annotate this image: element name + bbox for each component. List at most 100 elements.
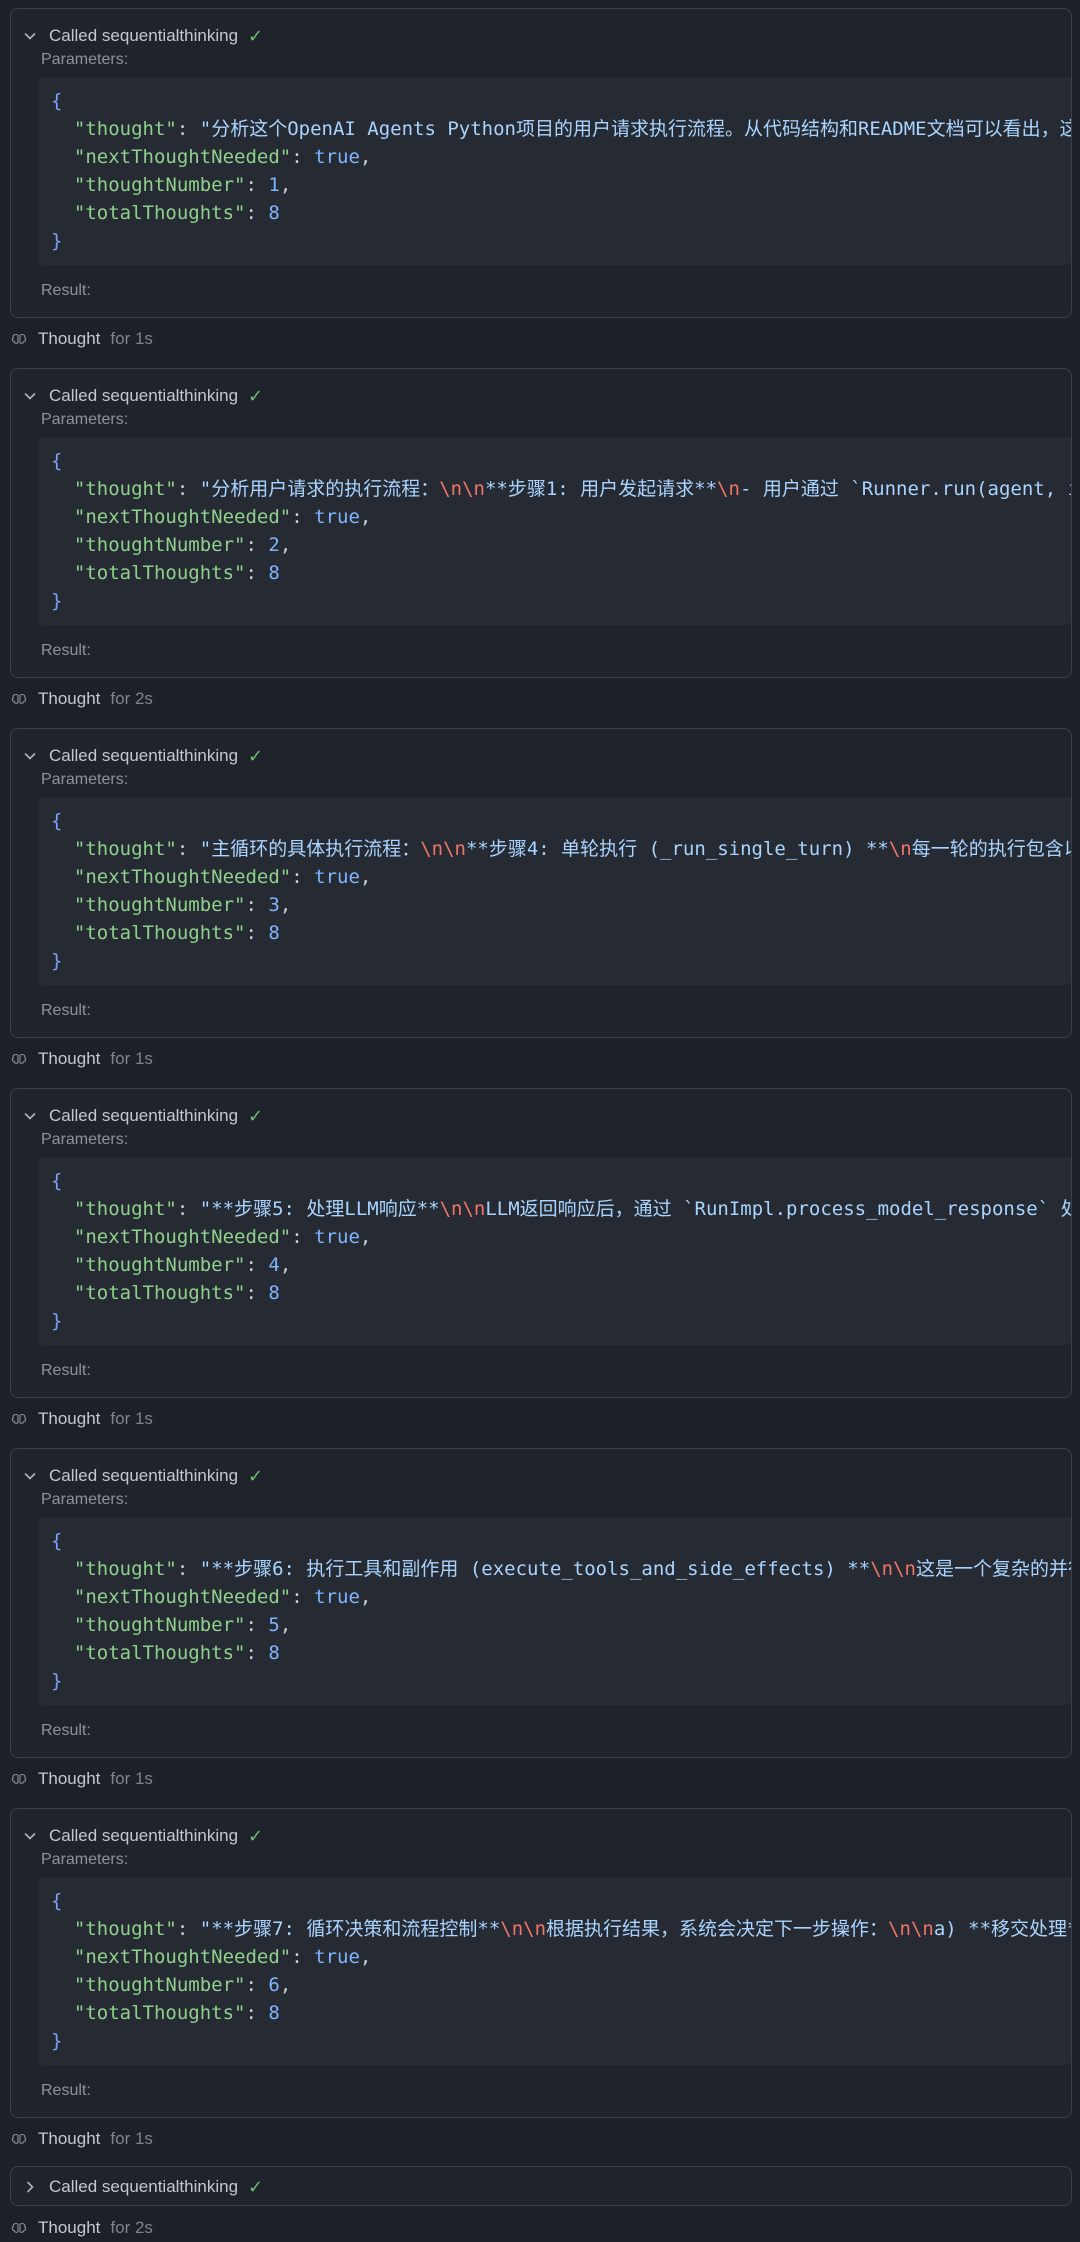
key-next-thought-needed: "nextThoughtNeeded" (73, 146, 292, 168)
brain-icon (10, 1410, 28, 1428)
brain-icon (10, 1770, 28, 1788)
brace-open: { (51, 90, 63, 112)
thought-label: Thought (38, 329, 101, 348)
tool-call-header[interactable]: Called sequentialthinking ✓ (21, 18, 263, 54)
tool-call-header[interactable]: Called sequentialthinking ✓ (21, 378, 263, 414)
chevron-down-icon[interactable] (21, 1467, 39, 1485)
brain-icon (10, 690, 28, 708)
tool-call-header[interactable]: Called sequentialthinking ✓ (21, 1458, 263, 1494)
result-label: Result: (41, 642, 91, 659)
tool-call-title: Called sequentialthinking (49, 386, 239, 405)
parameters-code: { "thought": "主循环的具体执行流程：\n\n**步骤4: 单轮执行… (39, 797, 1071, 985)
thought-label: Thought (38, 2129, 101, 2148)
key-thought-number: "thoughtNumber" (73, 1254, 246, 1276)
thought-duration: for 2s (110, 2218, 153, 2237)
thought-number-value: 6 (268, 1974, 280, 1996)
tool-call-header[interactable]: Called sequentialthinking ✓ (21, 2169, 263, 2205)
parameters-code: { "thought": "**步骤6: 执行工具和副作用 (execute_t… (39, 1517, 1071, 1705)
key-thought: "thought" (73, 1918, 177, 1940)
thought-text: 主循环的具体执行流程： (211, 838, 421, 860)
brace-close: } (51, 1310, 63, 1332)
next-thought-needed-value: true (314, 1586, 360, 1608)
parameters-label: Parameters: (41, 771, 129, 788)
parameters-code: { "thought": "**步骤5: 处理LLM响应**\n\nLLM返回响… (39, 1157, 1071, 1345)
chevron-down-icon[interactable] (21, 387, 39, 405)
escape-sequence: \n\n (870, 1558, 916, 1580)
next-thought-needed-value: true (314, 1226, 360, 1248)
total-thoughts-value: 8 (268, 1642, 280, 1664)
next-thought-needed-value: true (314, 146, 360, 168)
thought-indicator[interactable]: Thought for 1s (10, 1405, 153, 1433)
thought-text: **步骤4: 单轮执行 (_run_single_turn) ** (465, 838, 889, 860)
tool-call-block: Called sequentialthinking ✓ Parameters: { "… (10, 1088, 1072, 1398)
key-thought: "thought" (73, 478, 177, 500)
tool-call-title: Called sequentialthinking (49, 1466, 239, 1485)
tool-call-block-collapsed[interactable]: Called sequentialthinking ✓ (10, 2166, 1072, 2206)
escape-sequence: \n\n (500, 1918, 547, 1940)
escape-sequence: \n\n (420, 838, 466, 860)
result-label: Result: (41, 282, 91, 299)
parameters-label: Parameters: (41, 411, 129, 428)
thought-duration: for 1s (110, 329, 153, 348)
chevron-down-icon[interactable] (21, 27, 39, 45)
thought-indicator[interactable]: Thought for 1s (10, 2125, 153, 2153)
escape-sequence: \n (717, 478, 740, 500)
total-thoughts-value: 8 (268, 1282, 280, 1304)
key-total-thoughts: "totalThoughts" (73, 2002, 246, 2024)
key-total-thoughts: "totalThoughts" (73, 1642, 246, 1664)
brain-icon (10, 1050, 28, 1068)
result-label: Result: (41, 1722, 91, 1739)
check-icon: ✓ (248, 1825, 264, 1846)
tool-call-header[interactable]: Called sequentialthinking ✓ (21, 738, 263, 774)
thought-number-value: 1 (268, 174, 280, 196)
chevron-down-icon[interactable] (21, 747, 39, 765)
chevron-down-icon[interactable] (21, 1107, 39, 1125)
tool-call-block: Called sequentialthinking ✓ Parameters: { "… (10, 1808, 1072, 2118)
key-next-thought-needed: "nextThoughtNeeded" (73, 1946, 292, 1968)
key-thought-number: "thoughtNumber" (73, 174, 246, 196)
key-next-thought-needed: "nextThoughtNeeded" (73, 1586, 292, 1608)
key-thought: "thought" (73, 838, 177, 860)
parameters-label: Parameters: (41, 1851, 129, 1868)
chevron-right-icon[interactable] (21, 2178, 39, 2196)
key-total-thoughts: "totalThoughts" (73, 922, 246, 944)
next-thought-needed-value: true (314, 866, 360, 888)
chevron-down-icon[interactable] (21, 1827, 39, 1845)
tool-call-block: Called sequentialthinking ✓ Parameters: { "… (10, 368, 1072, 678)
key-total-thoughts: "totalThoughts" (73, 1282, 246, 1304)
thought-indicator[interactable]: Thought for 2s (10, 2214, 153, 2242)
brace-close: } (51, 2030, 63, 2052)
escape-sequence: \n\n (888, 1918, 934, 1940)
thought-duration: for 1s (110, 1409, 153, 1428)
thought-text: a) **移交处理* (933, 1918, 1071, 1940)
brace-open: { (51, 810, 63, 832)
thought-text: 根据执行结果，系统会决定下一步操作： (546, 1918, 889, 1940)
tool-call-block: Called sequentialthinking ✓ Parameters: { "… (10, 728, 1072, 1038)
thought-indicator[interactable]: Thought for 1s (10, 325, 153, 353)
parameters-label: Parameters: (41, 1131, 129, 1148)
brace-open: { (51, 1170, 63, 1192)
tool-call-header[interactable]: Called sequentialthinking ✓ (21, 1818, 263, 1854)
thought-indicator[interactable]: Thought for 2s (10, 685, 153, 713)
brace-open: { (51, 450, 63, 472)
tool-call-header[interactable]: Called sequentialthinking ✓ (21, 1098, 263, 1134)
thought-label: Thought (38, 689, 101, 708)
escape-sequence: \n (888, 838, 912, 860)
check-icon: ✓ (248, 385, 264, 406)
thought-number-value: 3 (268, 894, 280, 916)
parameters-label: Parameters: (41, 1491, 129, 1508)
thought-indicator[interactable]: Thought for 1s (10, 1765, 153, 1793)
thought-text: 每一轮的执行包含以 (911, 838, 1071, 860)
thought-text: 这是一个复杂的并行 (915, 1558, 1071, 1580)
parameters-label: Parameters: (41, 51, 129, 68)
thought-text: **步骤7: 循环决策和流程控制** (211, 1918, 501, 1940)
thought-number-value: 4 (268, 1254, 280, 1276)
brace-open: { (51, 1530, 63, 1552)
thought-text: **步骤1: 用户发起请求** (484, 478, 718, 500)
thought-label: Thought (38, 2218, 101, 2237)
thought-label: Thought (38, 1769, 101, 1788)
brace-close: } (51, 950, 63, 972)
thought-indicator[interactable]: Thought for 1s (10, 1045, 153, 1073)
thought-number-value: 2 (268, 534, 280, 556)
key-thought: "thought" (73, 1558, 177, 1580)
